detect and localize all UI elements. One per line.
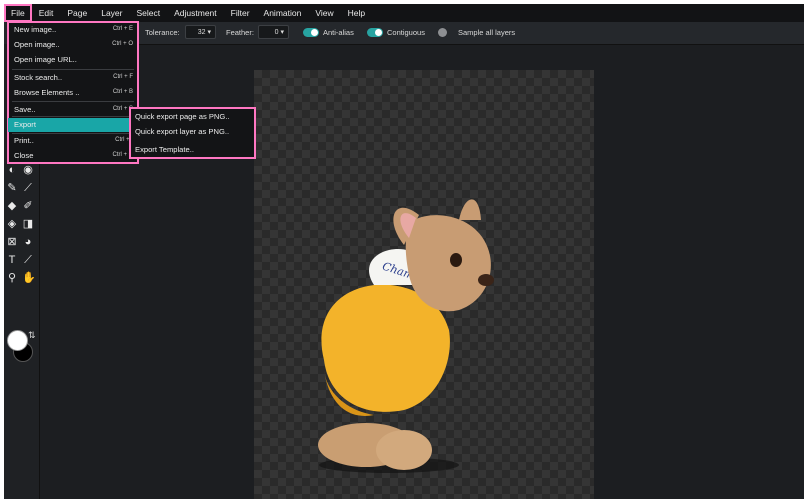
menu-item-label: Browse Elements .. bbox=[14, 88, 80, 97]
menu-separator bbox=[12, 69, 134, 70]
menu-layer[interactable]: Layer bbox=[94, 4, 129, 22]
menu-item-shortcut: Ctrl + E bbox=[112, 26, 133, 32]
menu-item-export[interactable]: Export bbox=[8, 118, 138, 132]
menu-page[interactable]: Page bbox=[60, 4, 94, 22]
antialias-label: Anti-alias bbox=[323, 28, 354, 37]
menu-item-shortcut: Ctrl + O bbox=[112, 41, 133, 47]
menu-separator bbox=[12, 116, 134, 117]
menu-item-save[interactable]: Save.. Ctrl + S bbox=[8, 103, 138, 117]
feather-value: 0 bbox=[274, 29, 279, 36]
crop-icon[interactable]: ⊠ bbox=[6, 236, 18, 248]
menu-separator bbox=[12, 101, 134, 102]
menu-item-quick-export-page[interactable]: Quick export page as PNG.. bbox=[135, 112, 230, 121]
menu-adjustment[interactable]: Adjustment bbox=[167, 4, 224, 22]
hand-icon[interactable]: ✋ bbox=[22, 272, 36, 284]
menu-item-label: Stock search.. bbox=[14, 73, 63, 82]
menu-item-label: Open image.. bbox=[14, 40, 60, 49]
menu-item-label: Export bbox=[14, 120, 36, 129]
antialias-toggle[interactable] bbox=[303, 28, 319, 37]
stamp-icon[interactable]: ◕ bbox=[22, 236, 34, 248]
menu-item-open-image[interactable]: Open image.. Ctrl + O bbox=[8, 38, 138, 52]
pencil-icon[interactable]: ✎ bbox=[6, 182, 18, 194]
export-submenu: Quick export page as PNG.. Quick export … bbox=[129, 107, 256, 159]
text-icon[interactable]: T bbox=[6, 254, 18, 266]
menu-item-stock-search[interactable]: Stock search.. Ctrl + F bbox=[8, 71, 138, 85]
menubar: File Edit Page Layer Select Adjustment F… bbox=[4, 4, 804, 22]
menu-item-label: Close bbox=[14, 151, 34, 160]
tolerance-input[interactable]: 32 ▾ bbox=[185, 25, 216, 39]
paint-bucket-icon[interactable]: ◈ bbox=[6, 218, 18, 230]
menu-item-new-image[interactable]: New image.. Ctrl + E bbox=[8, 23, 138, 37]
brightness-icon[interactable]: ◐ bbox=[6, 164, 18, 176]
menu-item-label: Open image URL.. bbox=[14, 55, 77, 64]
menu-item-label: Save.. bbox=[14, 105, 36, 114]
file-menu-dropdown: New image.. Ctrl + E Open image.. Ctrl + O… bbox=[7, 21, 139, 164]
eyedropper-icon[interactable]: ⟋ bbox=[22, 254, 34, 266]
menu-item-shortcut: Ctrl + B bbox=[112, 89, 133, 95]
feather-input[interactable]: 0 ▾ bbox=[258, 25, 289, 39]
canvas[interactable]: Cham bbox=[254, 70, 594, 499]
contiguous-label: Contiguous bbox=[387, 28, 425, 37]
menu-select[interactable]: Select bbox=[129, 4, 167, 22]
menu-animation[interactable]: Animation bbox=[257, 4, 309, 22]
menu-filter[interactable]: Filter bbox=[224, 4, 257, 22]
menu-item-open-image-url[interactable]: Open image URL.. bbox=[8, 53, 138, 67]
spot-heal-icon[interactable]: ◉ bbox=[22, 164, 34, 176]
menu-item-browse-elements[interactable]: Browse Elements .. Ctrl + B bbox=[8, 86, 138, 100]
menu-help[interactable]: Help bbox=[341, 4, 372, 22]
foreground-color-swatch[interactable] bbox=[7, 330, 28, 351]
menu-edit[interactable]: Edit bbox=[32, 4, 61, 22]
contiguous-toggle[interactable] bbox=[367, 28, 383, 37]
feather-label: Feather: bbox=[226, 28, 254, 37]
menu-item-export-template[interactable]: Export Template.. bbox=[135, 145, 194, 154]
photo-editor-window: File Edit Page Layer Select Adjustment F… bbox=[4, 4, 804, 499]
sample-all-layers-label: Sample all layers bbox=[458, 28, 516, 37]
menu-view[interactable]: View bbox=[308, 4, 340, 22]
menu-item-print[interactable]: Print.. Ctrl + I bbox=[8, 134, 138, 148]
bulldog-image: Cham bbox=[318, 199, 494, 473]
tolerance-label: Tolerance: bbox=[145, 28, 180, 37]
eraser-icon[interactable]: ◆ bbox=[6, 200, 18, 212]
color-replace-icon[interactable]: ✐ bbox=[22, 200, 34, 212]
menu-item-label: New image.. bbox=[14, 25, 57, 34]
menu-item-quick-export-layer[interactable]: Quick export layer as PNG.. bbox=[135, 127, 229, 136]
gradient-icon[interactable]: ◨ bbox=[22, 218, 34, 230]
menu-item-shortcut: Ctrl + F bbox=[113, 74, 133, 80]
menu-item-label: Print.. bbox=[14, 136, 34, 145]
sample-all-layers-toggle[interactable] bbox=[438, 28, 447, 37]
brush-icon[interactable]: ⟋ bbox=[22, 182, 34, 194]
swap-colors-icon[interactable]: ⇅ bbox=[28, 330, 36, 341]
tolerance-value: 32 bbox=[197, 29, 206, 36]
menu-item-close[interactable]: Close Ctrl + C bbox=[8, 149, 138, 163]
menu-file[interactable]: File bbox=[4, 4, 32, 22]
zoom-icon[interactable]: ⚲ bbox=[6, 272, 18, 284]
